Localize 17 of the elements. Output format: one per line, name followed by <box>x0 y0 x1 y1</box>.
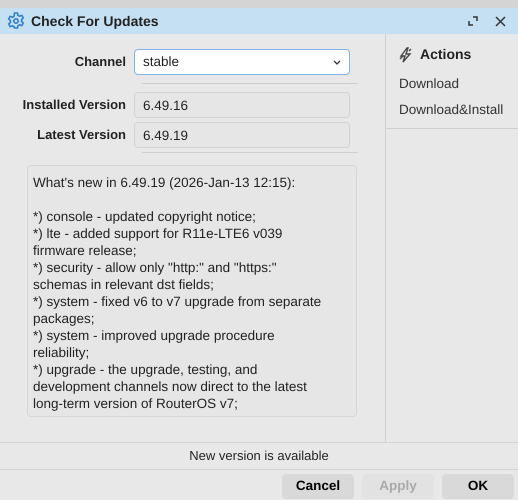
action-link[interactable]: Download&Install <box>386 97 516 124</box>
channel-dropdown[interactable]: stable <box>134 49 350 75</box>
field-label: Latest Version <box>36 126 127 144</box>
caret-icon <box>333 60 341 64</box>
panel-title: Actions <box>420 45 472 64</box>
version-field: 6.49.16 <box>134 92 350 118</box>
action-link[interactable]: Download <box>386 71 472 98</box>
dialog-button[interactable]: OK <box>442 474 514 498</box>
version-field: 6.49.19 <box>134 122 350 148</box>
field-label: Installed Version <box>22 96 127 114</box>
settings-icon <box>6 11 26 31</box>
field-label: Channel <box>74 53 127 72</box>
status-text: New version is available <box>0 442 518 470</box>
dialog-button[interactable]: Cancel <box>282 474 354 498</box>
release-notes: What's new in 6.49.19 (2026-Jan-13 12:15): *) console - updated copyright notice; *) lte - added support for R11e-LTE6 v039 firmware release; *) security - allow only "http:" and "https:" schemas in relevant dst fields; *) system - fixed v6 to v7 upgrade from separate packages; *) system - improved upgrade procedure reliability; *) upgrade - the upgrade, testing, and development channels now direct to the latest long-term version of RouterOS v7; <box>27 165 357 417</box>
lightning-icon <box>398 46 414 62</box>
window-title: Check For Updates <box>31 12 159 31</box>
